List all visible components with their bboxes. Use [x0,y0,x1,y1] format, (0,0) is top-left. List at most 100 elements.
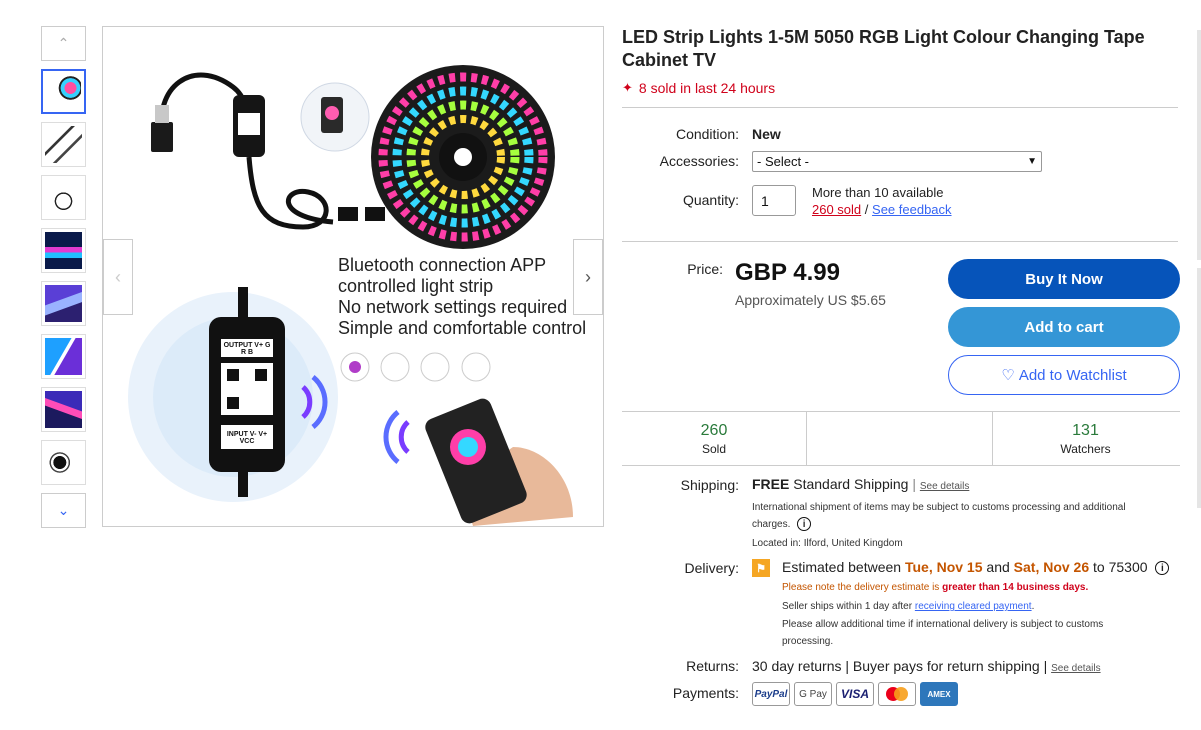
delivery-note-1a: Please note the delivery estimate is [782,582,940,593]
info-icon[interactable]: i [1155,561,1170,576]
quantity-label: Quantity: [682,192,739,208]
chevron-left-icon: ‹ [115,266,121,287]
shipping-note-line-2: charges. [752,519,791,530]
shipping-label: Shipping: [680,477,739,493]
amex-icon: AMEX [920,682,958,706]
thumbnail-scroll-down-button[interactable]: ⌄ [41,493,86,528]
google-pay-icon: G Pay [794,682,832,706]
shipping-free: FREE [752,476,790,492]
price-label: Price: [687,261,723,277]
delivery-to: to 75300 [1093,559,1148,575]
stat-empty [807,412,993,465]
divider-mid [622,241,1178,242]
phone-color-wheel-inner [458,437,478,457]
timer-app-icon [461,352,491,382]
thumbnail-scroll-up-button[interactable]: ⌃ [41,26,86,61]
mastercard-logo [886,687,908,701]
thumbnail-8[interactable] [41,440,86,485]
payments-label: Payments: [672,685,739,701]
returns-see-details-link[interactable]: See details [1051,663,1100,674]
thumbnail-5[interactable] [41,281,86,326]
chevron-down-icon: ▼ [1027,156,1037,167]
listing-stats: 260 Sold 131 Watchers [622,411,1180,466]
caption-line-2: controlled light strip [338,276,494,296]
stat-watchers-number: 131 [1072,421,1099,439]
scrollbar-track[interactable] [1197,30,1201,260]
thumbnail-3[interactable] [41,175,86,220]
visa-icon: VISA [836,682,874,706]
delivery-note-3-line-2: processing. [782,636,834,647]
qr-corner-1 [227,369,239,381]
delivery-note-2a: Seller ships within 1 day after [782,601,913,612]
add-to-watchlist-button[interactable]: ♡ Add to Watchlist [948,355,1180,395]
sold-count-link[interactable]: 260 sold [812,202,861,217]
delivery-note-2-end: . [1031,601,1035,612]
signal-arc-3 [398,420,410,454]
controller-qr [238,113,260,135]
returns-label: Returns: [686,658,739,674]
sold-last-24h-text: 8 sold in last 24 hours [638,80,776,96]
thumbnail-1[interactable] [41,69,86,114]
fire-icon: ✦ [622,80,633,95]
thumbnail-4[interactable] [41,228,86,273]
module-output-label: OUTPUT V+ G R B [223,342,271,356]
image-caption: Bluetooth connection APP controlled ligh… [338,255,586,339]
payment-methods: PayPal G Pay VISA AMEX [752,682,958,706]
buy-it-now-button[interactable]: Buy It Now [948,259,1180,299]
strip-connector-a [338,207,358,221]
mic-app-icon-dot [349,361,361,373]
sold-feedback-separator: / [864,202,869,217]
thumbnail-2[interactable] [41,122,86,167]
returns-value: 30 day returns | Buyer pays for return s… [752,658,1101,674]
condition-label: Condition: [675,126,739,142]
price-value: GBP 4.99 [735,259,840,286]
stat-watchers-label: Watchers [1060,441,1111,456]
shipping-see-details-link[interactable]: See details [920,481,969,492]
delivery-flag-icon: ⚑ [752,559,770,577]
usb-connector [155,105,169,123]
listing-title: LED Strip Lights 1-5M 5050 RGB Light Col… [622,27,1145,70]
thumbnail-7[interactable] [41,387,86,432]
see-feedback-link[interactable]: See feedback [872,202,952,217]
located-in: Located in: Ilford, United Kingdom [752,538,903,549]
delivery-date-1: Tue, Nov 15 [904,559,983,575]
delivery-and: and [986,559,1010,575]
strip-connector-b [365,207,385,221]
condition-value: New [752,126,781,142]
stat-sold-label: Sold [701,441,727,456]
bubble-phone-screen [325,106,339,120]
shipping-note-line-1: International shipment of items may be s… [752,502,1126,513]
mastercard-icon [878,682,916,706]
info-icon[interactable]: i [797,517,812,532]
available-text: More than 10 available [812,185,944,200]
qr-corner-2 [255,369,267,381]
add-to-cart-button[interactable]: Add to cart [948,307,1180,347]
shipping-standard: Standard Shipping [793,476,909,492]
scrollbar-track-lower[interactable] [1197,268,1201,508]
thumbnail-6[interactable] [41,334,86,379]
stat-watchers: 131 Watchers [993,412,1178,465]
chevron-right-icon: › [585,266,591,287]
usb-plug [151,122,173,152]
previous-image-button[interactable]: ‹ [103,239,133,315]
divider-top [622,107,1178,108]
accessories-label: Accessories: [659,153,739,169]
returns-text: 30 day returns | Buyer pays for return s… [752,658,1048,674]
heart-icon: ♡ [1001,367,1015,384]
sold-feedback-row: 260 sold / See feedback [812,202,952,217]
thumbnail-strip: ⌃ ⌄ [41,26,86,528]
reel-center [454,148,472,166]
main-product-image[interactable]: ‹ › Bluetooth connection APP controlled … [102,26,604,527]
approx-price: Approximately US $5.65 [735,292,886,308]
delivery-label: Delivery: [684,560,739,576]
delivery-estimate: Estimated between Tue, Nov 15 and Sat, N… [782,559,1170,576]
next-image-button[interactable]: › [573,239,603,315]
accessories-select[interactable]: - Select - ▼ [752,151,1042,172]
paypal-icon: PayPal [752,682,790,706]
stat-sold: 260 Sold [622,412,807,465]
delivery-note-3-line-1: Please allow additional time if internat… [782,619,1104,630]
cleared-payment-link[interactable]: receiving cleared payment [915,601,1032,612]
sold-last-24h: ✦ 8 sold in last 24 hours [622,80,775,96]
stat-sold-number: 260 [700,421,728,439]
quantity-input[interactable]: 1 [752,185,796,216]
